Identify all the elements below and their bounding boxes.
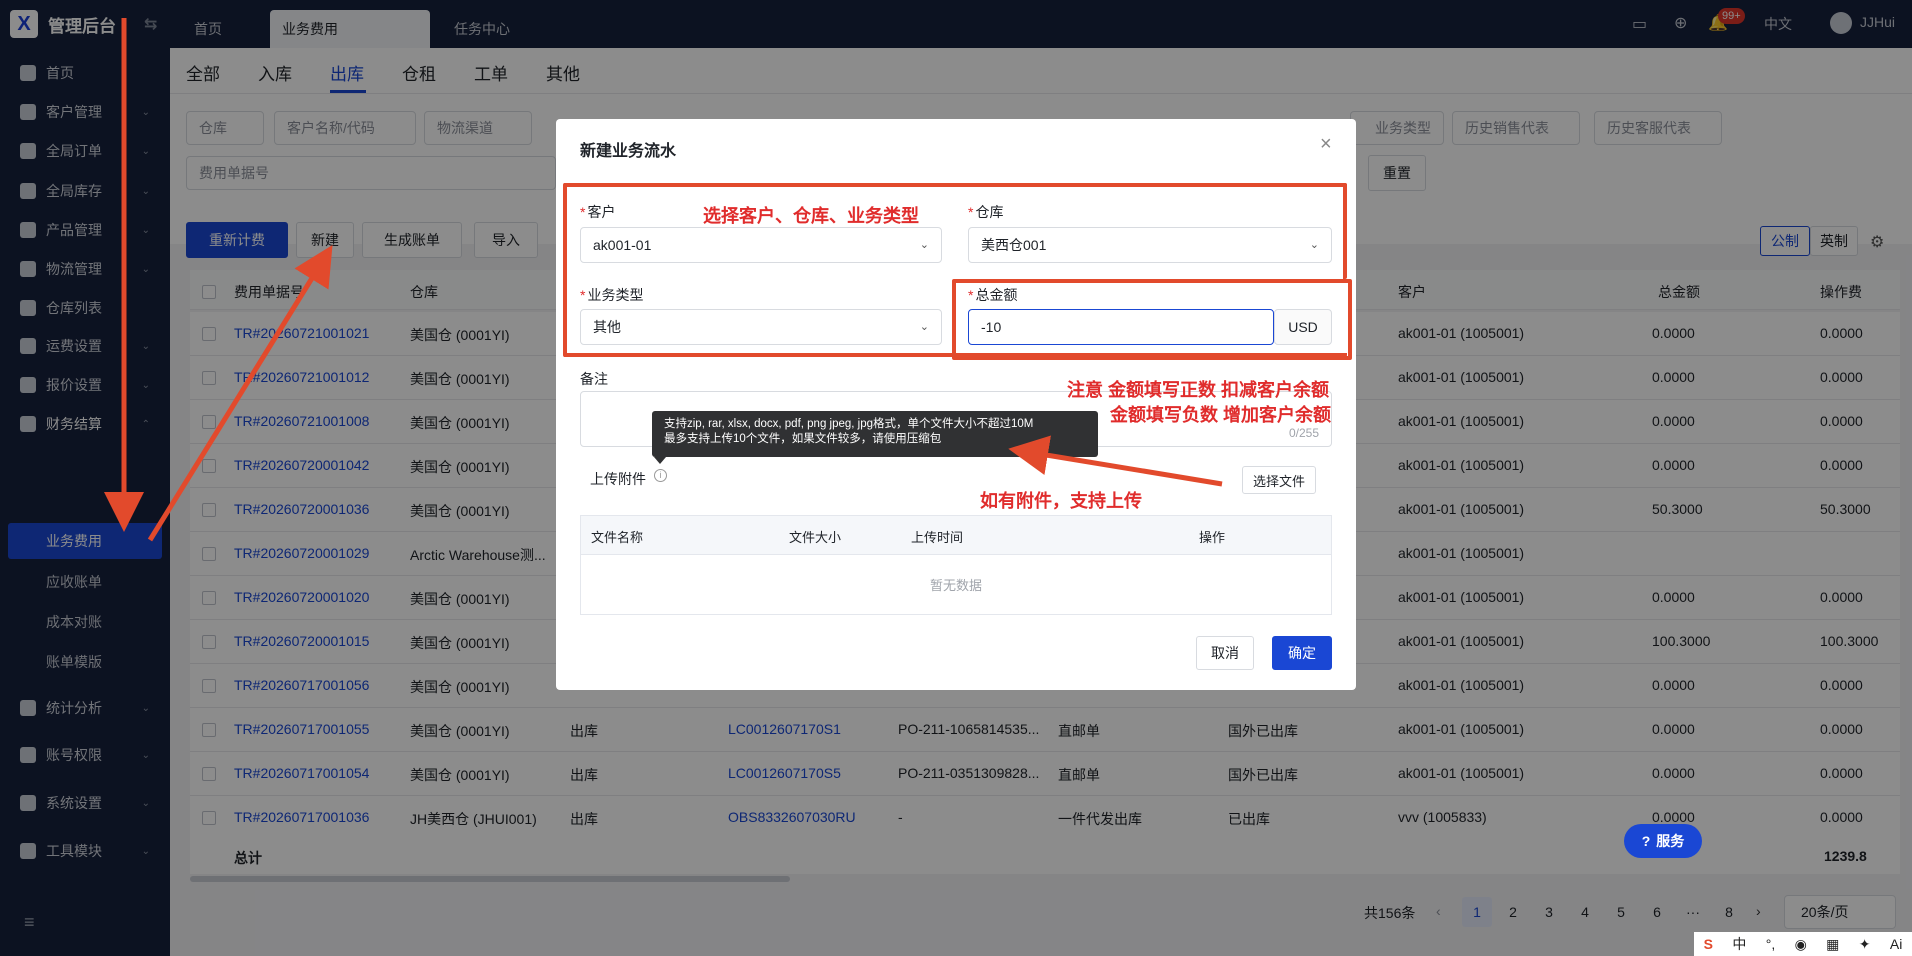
annotation-arrows bbox=[104, 18, 1223, 542]
arrow-to-new bbox=[147, 244, 333, 542]
arrow-to-tooltip bbox=[1008, 435, 1223, 487]
